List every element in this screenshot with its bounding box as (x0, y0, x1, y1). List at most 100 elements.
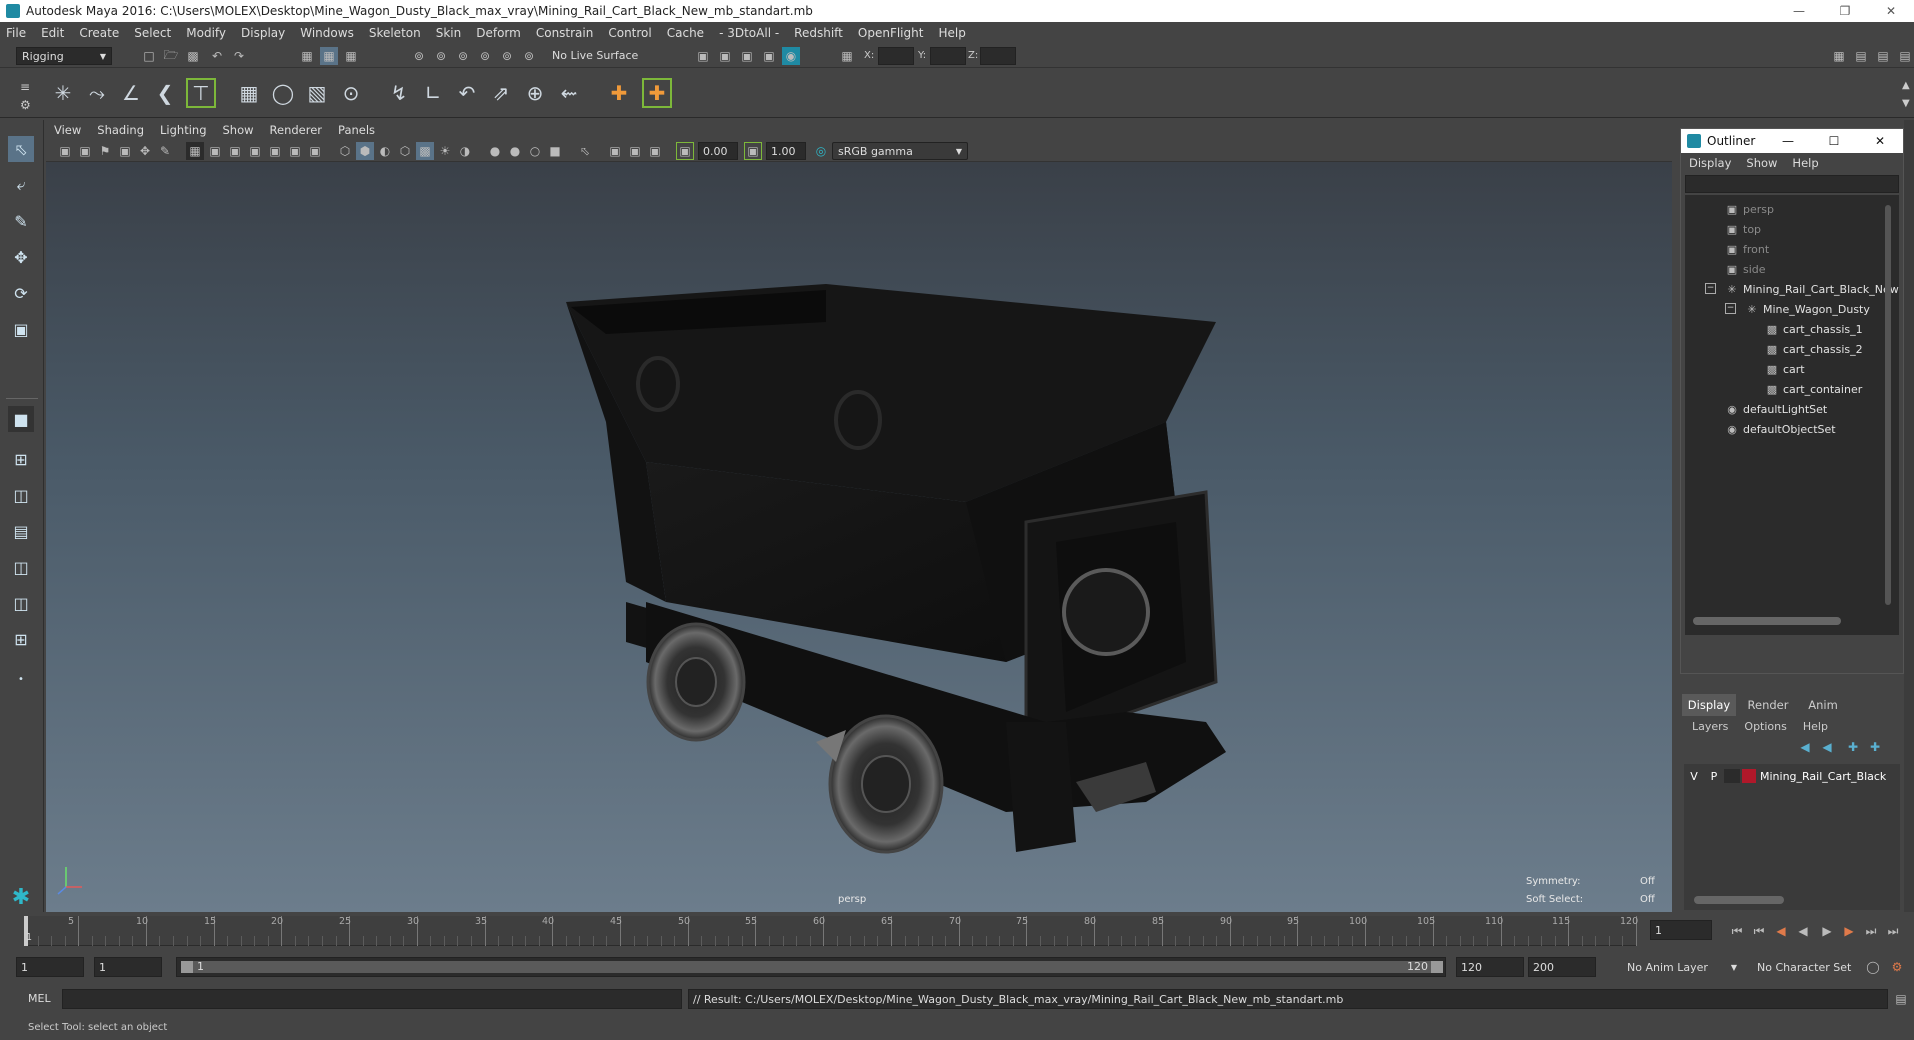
tool-settings-icon[interactable]: ▤ (1874, 47, 1892, 65)
panel-menu-show[interactable]: Show (223, 123, 254, 137)
anti-aliasing-icon[interactable]: ○ (526, 142, 544, 160)
script-editor-icon[interactable]: ▤ (1892, 990, 1910, 1008)
layer-row[interactable]: V P Mining_Rail_Cart_Black (1684, 766, 1900, 786)
menu-set-dropdown[interactable]: Rigging ▼ (16, 47, 112, 65)
film-gate-icon[interactable]: ▣ (206, 142, 224, 160)
tab-render[interactable]: Render (1740, 694, 1796, 716)
outliner-tree[interactable]: ▣ persp ▣ top ▣ front ▣ side − ✳ Mining_Rail_… (1685, 195, 1899, 635)
2d-pan-zoom-icon[interactable]: ✥ (136, 142, 154, 160)
panel-menu-view[interactable]: View (54, 123, 81, 137)
image-plane-icon[interactable]: ▣ (116, 142, 134, 160)
scale-tool-icon[interactable]: ▣ (8, 316, 34, 342)
interactive-bind-icon[interactable]: ◯ (268, 78, 298, 108)
color-management-icon[interactable]: ◎ (812, 142, 830, 160)
x-coord-field[interactable] (878, 47, 914, 65)
wireframe-on-shaded-icon[interactable]: ⬡ (396, 142, 414, 160)
layer-list[interactable]: V P Mining_Rail_Cart_Black (1684, 764, 1900, 910)
menu-modify[interactable]: Modify (186, 26, 226, 40)
shelf-settings-icon[interactable]: ⚙ (20, 98, 31, 112)
list-item[interactable]: ▩ cart_chassis_1 (1765, 319, 1863, 339)
select-component-icon[interactable]: ▦ (342, 47, 360, 65)
character-set-dropdown[interactable]: No Character Set (1752, 957, 1862, 977)
four-pane-layout-icon[interactable]: ⊞ (8, 446, 34, 472)
field-chart-icon[interactable]: ▣ (266, 142, 284, 160)
default-lighting-icon[interactable]: ◐ (376, 142, 394, 160)
xray-icon[interactable]: ▣ (606, 142, 624, 160)
layer-menu-help[interactable]: Help (1803, 720, 1828, 733)
animation-end-field[interactable]: 200 (1528, 957, 1596, 977)
range-start-handle[interactable] (181, 961, 193, 973)
paint-weights-icon[interactable]: ▧ (302, 78, 332, 108)
outliner-menu-display[interactable]: Display (1689, 156, 1731, 170)
list-item[interactable]: ▣ side (1725, 259, 1766, 279)
use-all-lights-icon[interactable]: ☀ (436, 142, 454, 160)
shelf-scroll-up-icon[interactable]: ▲ (1902, 80, 1910, 91)
outliner-menu-help[interactable]: Help (1792, 156, 1818, 170)
graph-persp-layout-icon[interactable]: ◫ (8, 590, 34, 616)
parent-constraint-icon[interactable]: ⊕ (520, 78, 550, 108)
two-pane-stacked-layout-icon[interactable]: ▤ (8, 518, 34, 544)
scale-constraint-icon[interactable]: ⇗ (486, 78, 516, 108)
live-surface-label[interactable]: No Live Surface (552, 49, 638, 62)
current-frame-field[interactable]: 1 (1650, 920, 1712, 940)
playback-end-field[interactable]: 120 (1456, 957, 1524, 977)
y-coord-field[interactable] (930, 47, 966, 65)
modeling-toolkit-icon[interactable]: ▦ (1830, 47, 1848, 65)
command-input[interactable] (62, 989, 682, 1009)
lasso-tool-icon[interactable]: ⤶ (8, 172, 34, 198)
exposure-icon[interactable]: ▣ (676, 142, 694, 160)
render-sequence-icon[interactable]: ▣ (716, 47, 734, 65)
list-item[interactable]: ▣ front (1725, 239, 1769, 259)
outliner-persp-layout-icon[interactable]: ◫ (8, 554, 34, 580)
select-object-icon[interactable]: ▦ (320, 47, 338, 65)
script-language-toggle[interactable]: MEL (28, 992, 51, 1005)
attribute-editor-icon[interactable]: ▤ (1852, 47, 1870, 65)
play-backward-icon[interactable]: ◀ (1794, 922, 1812, 940)
layer-menu-options[interactable]: Options (1744, 720, 1786, 733)
attribute-editor-strip[interactable] (1904, 120, 1914, 912)
render-settings-icon[interactable]: ▣ (760, 47, 778, 65)
transform-mode-icon[interactable]: ▦ (838, 47, 856, 65)
layer-horizontal-scrollbar[interactable] (1694, 896, 1784, 904)
move-layer-down-icon[interactable]: ◀ (1818, 738, 1836, 756)
list-item[interactable]: ▩ cart_container (1765, 379, 1862, 399)
orient-constraint-icon[interactable]: ↶ (452, 78, 482, 108)
playback-start-field[interactable]: 1 (94, 957, 162, 977)
move-layer-up-icon[interactable]: ◀ (1796, 738, 1814, 756)
bind-skin-icon[interactable]: ▦ (234, 78, 264, 108)
pole-vector-icon[interactable]: ⇜ (554, 78, 584, 108)
minimize-icon[interactable]: — (1765, 134, 1811, 148)
textured-icon[interactable]: ▩ (416, 142, 434, 160)
outliner-menu-show[interactable]: Show (1746, 156, 1777, 170)
menu-deform[interactable]: Deform (476, 26, 521, 40)
new-layer-icon[interactable]: ✚ (1844, 738, 1862, 756)
panel-menu-renderer[interactable]: Renderer (270, 123, 323, 137)
tab-anim[interactable]: Anim (1798, 694, 1848, 716)
animation-preferences-icon[interactable]: ⚙ (1888, 958, 1906, 976)
shelf-menu-icon[interactable]: ≡ (20, 80, 30, 94)
cluster-icon[interactable]: ✚ (642, 78, 672, 108)
menu-skeleton[interactable]: Skeleton (369, 26, 421, 40)
wireframe-icon[interactable]: ⬡ (336, 142, 354, 160)
select-tool-icon[interactable]: ⬁ (8, 136, 34, 162)
bookmarks-icon[interactable]: ⚑ (96, 142, 114, 160)
camera-attributes-icon[interactable]: ▣ (76, 142, 94, 160)
hypershade-persp-layout-icon[interactable]: ⊞ (8, 626, 34, 652)
collapse-icon[interactable]: − (1725, 303, 1736, 314)
restore-icon[interactable]: ❐ (1822, 0, 1868, 22)
select-hierarchy-icon[interactable]: ▦ (298, 47, 316, 65)
menu-skin[interactable]: Skin (436, 26, 462, 40)
hypershade-icon[interactable]: ◉ (782, 47, 800, 65)
list-item[interactable]: ◉ defaultObjectSet (1725, 419, 1835, 439)
go-to-end-icon[interactable]: ⏭ (1884, 922, 1902, 940)
menu-help[interactable]: Help (938, 26, 965, 40)
panel-menu-panels[interactable]: Panels (338, 123, 375, 137)
collapse-icon[interactable]: − (1705, 283, 1716, 294)
xray-joints-icon[interactable]: ▣ (626, 142, 644, 160)
new-scene-icon[interactable]: □ (140, 47, 158, 65)
isolate-select-icon[interactable]: ⬁ (576, 142, 594, 160)
list-item[interactable]: ▩ cart_chassis_2 (1765, 339, 1863, 359)
step-back-frame-icon[interactable]: ◀ (1772, 922, 1790, 940)
safe-action-icon[interactable]: ▣ (286, 142, 304, 160)
shadows-icon[interactable]: ◑ (456, 142, 474, 160)
